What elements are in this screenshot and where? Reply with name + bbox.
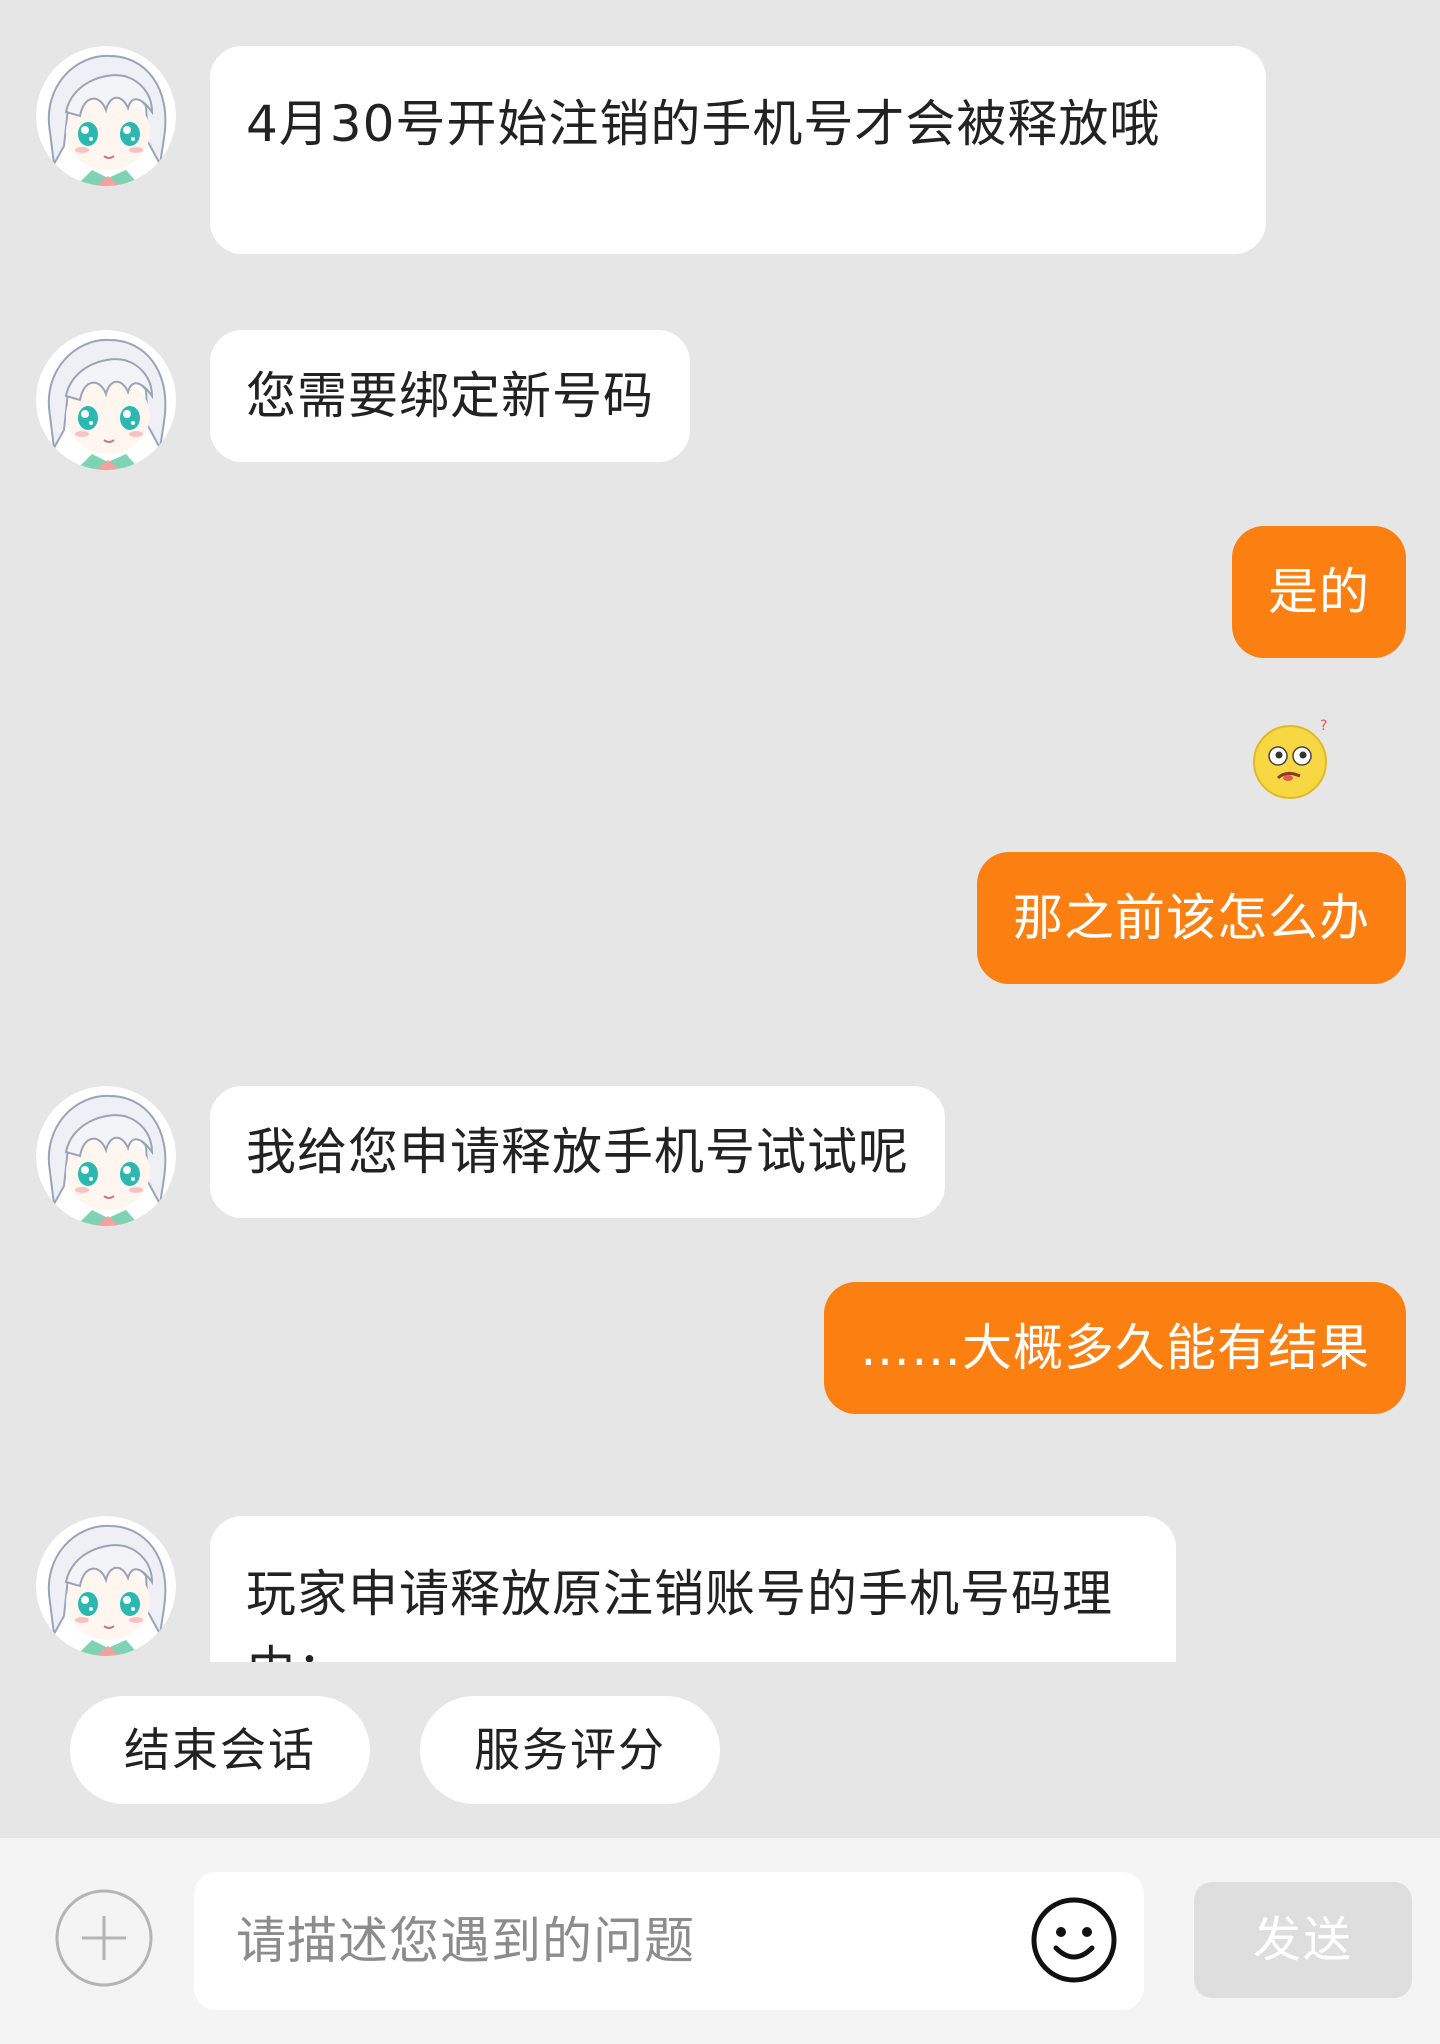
- incoming-message-bubble: 4月30号开始注销的手机号才会被释放哦: [210, 46, 1266, 254]
- incoming-message-bubble: 我给您申请释放手机号试试呢: [210, 1086, 945, 1218]
- svg-text:?: ?: [1320, 718, 1327, 734]
- end-session-button[interactable]: 结束会话: [70, 1696, 370, 1804]
- outgoing-message-bubble: ……大概多久能有结果: [824, 1282, 1406, 1414]
- incoming-message-bubble: 玩家申请释放原注销账号的手机号码理由：: [210, 1516, 1176, 1662]
- agent-avatar-icon: [36, 1086, 176, 1226]
- agent-avatar-icon: [36, 330, 176, 470]
- service-rating-button[interactable]: 服务评分: [420, 1696, 720, 1804]
- message-input[interactable]: 请描述您遇到的问题: [194, 1872, 1144, 2010]
- message-input-placeholder: 请描述您遇到的问题: [236, 1912, 695, 1970]
- smiley-icon[interactable]: [1028, 1894, 1120, 1986]
- confused-face-emoji-icon: ?: [1252, 716, 1336, 800]
- chat-message-list[interactable]: 4月30号开始注销的手机号才会被释放哦 您需要绑定新号码 是的 ? 那之前该怎么…: [0, 0, 1440, 1662]
- plus-icon[interactable]: [54, 1888, 154, 1988]
- agent-avatar-icon: [36, 46, 176, 186]
- quick-action-row: 结束会话 服务评分: [0, 1696, 1440, 1804]
- outgoing-message-bubble: 是的: [1232, 526, 1406, 658]
- agent-avatar-icon: [36, 1516, 176, 1656]
- incoming-message-bubble: 您需要绑定新号码: [210, 330, 690, 462]
- send-button[interactable]: 发送: [1194, 1882, 1412, 1998]
- outgoing-message-bubble: 那之前该怎么办: [977, 852, 1406, 984]
- input-bar: 请描述您遇到的问题 发送: [0, 1838, 1440, 2044]
